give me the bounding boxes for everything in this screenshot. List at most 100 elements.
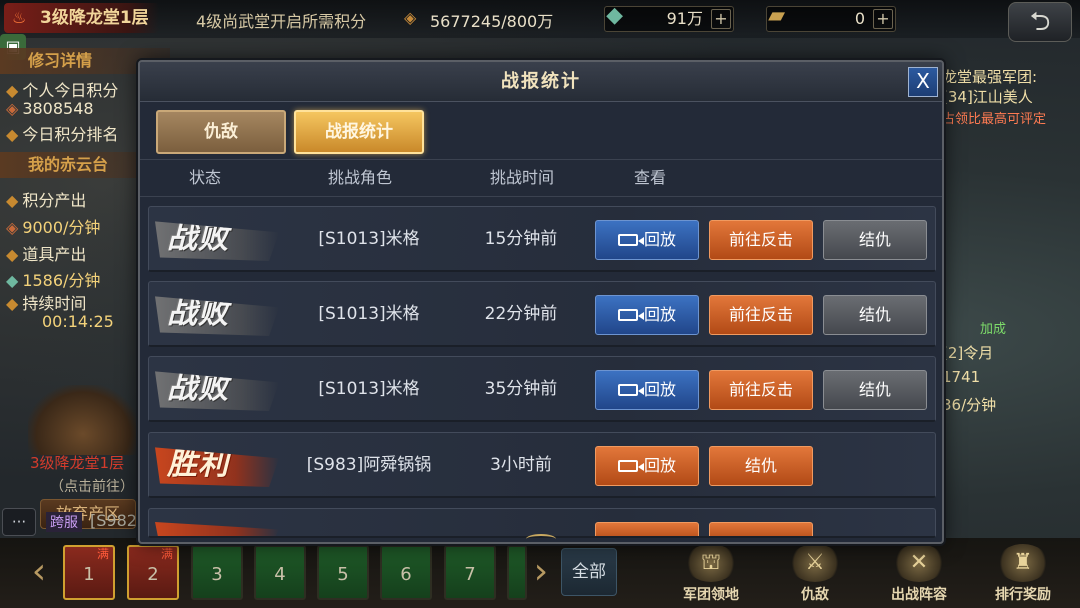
column-header-status: 状态 bbox=[188, 168, 221, 187]
battle-report-modal: 战报统计 X 仇敌 战报统计 状态 挑战角色 挑战时间 查看 战败 [S1013… bbox=[138, 60, 944, 544]
tab-enemies[interactable]: 仇敌 bbox=[156, 110, 286, 154]
floor-title[interactable]: ♨ 3级降龙堂1层 bbox=[4, 3, 159, 33]
enemy-menu-button[interactable]: ⚔ 仇敌 bbox=[770, 544, 860, 604]
tab-battle-report[interactable]: 战报统计 bbox=[294, 110, 424, 154]
close-button[interactable]: X bbox=[908, 67, 938, 97]
resource-a-value: 91万 bbox=[666, 9, 703, 28]
status-badge: 战败 bbox=[155, 296, 279, 336]
modal-header: 战报统计 X bbox=[140, 62, 942, 102]
resource-a: ◆ 91万 + bbox=[604, 4, 734, 32]
table-row: 战败 [S1013]米格 22分钟前 回放 前往反击 结仇 bbox=[148, 281, 936, 347]
slot-3[interactable]: 3 bbox=[191, 545, 243, 600]
modal-title: 战报统计 bbox=[501, 71, 581, 92]
video-camera-icon bbox=[617, 460, 644, 472]
status-badge: 胜利 bbox=[155, 447, 279, 487]
table-row: 战败 [S1013]米格 35分钟前 回放 前往反击 结仇 bbox=[148, 356, 936, 422]
feud-button[interactable]: 结仇 bbox=[823, 295, 927, 335]
item-output-value: ◆ 1586/分钟 bbox=[6, 271, 101, 290]
feud-button[interactable] bbox=[709, 522, 813, 536]
challenge-time: 22分钟前 bbox=[484, 304, 558, 324]
map-name[interactable]: 3级降龙堂1层 bbox=[30, 452, 124, 473]
challenge-time: 15分钟前 bbox=[484, 229, 558, 249]
video-camera-icon bbox=[617, 234, 644, 246]
rank-label: ◆ 今日积分排名 bbox=[6, 125, 119, 144]
gem-icon: ◆ bbox=[606, 3, 623, 28]
resource-a-plus-button[interactable]: + bbox=[711, 9, 731, 29]
right-info-l4: [2]令月 bbox=[942, 344, 994, 362]
ranking-reward-button[interactable]: ♜ 排行奖励 bbox=[978, 544, 1068, 604]
arrow-right-icon[interactable]: › bbox=[528, 548, 554, 596]
slot-4[interactable]: 4 bbox=[254, 545, 306, 600]
item-output-label: ◆ 道具产出 bbox=[6, 245, 87, 264]
challenger-role: [S1013]米格 bbox=[318, 379, 420, 399]
replay-button[interactable]: 回放 bbox=[595, 370, 699, 410]
slot-1[interactable]: 1满 bbox=[63, 545, 115, 600]
resource-b-value: 0 bbox=[854, 9, 865, 28]
divider bbox=[140, 196, 942, 197]
personal-score-value: ◈ 3808548 bbox=[6, 99, 94, 118]
slot-5[interactable]: 5 bbox=[317, 545, 369, 600]
replay-button[interactable] bbox=[595, 522, 699, 536]
right-info-l5: 1741 bbox=[942, 368, 981, 386]
status-badge: 战败 bbox=[155, 371, 279, 411]
right-info-l3: 占领比最高可评定 bbox=[942, 112, 1047, 127]
table-row: 胜利 [S983]阿舜锅锅 3小时前 回放 结仇 bbox=[148, 432, 936, 498]
score-output-label: ◆ 积分产出 bbox=[6, 191, 87, 210]
replay-button[interactable]: 回放 bbox=[595, 295, 699, 335]
slot-8[interactable] bbox=[507, 545, 527, 600]
top-bar: ♨ 3级降龙堂1层 4级尚武堂开启所需积分 ◈ 5677245/800万 ◆ 9… bbox=[0, 0, 1080, 42]
score-output-value: ◈ 9000/分钟 bbox=[6, 218, 101, 237]
map-subtitle: （点击前往） bbox=[50, 479, 134, 495]
pavilion-icon[interactable] bbox=[28, 385, 138, 455]
slot-2[interactable]: 2满 bbox=[127, 545, 179, 600]
slot-7[interactable]: 7 bbox=[444, 545, 496, 600]
challenger-role: [S983]阿舜锅锅 bbox=[306, 455, 432, 475]
back-button[interactable]: ⮌ bbox=[1008, 2, 1072, 42]
feud-button[interactable]: 结仇 bbox=[709, 446, 813, 486]
resource-b: ▰ 0 + bbox=[766, 4, 896, 32]
chat-message[interactable]: [S982 bbox=[90, 511, 137, 530]
video-camera-icon bbox=[617, 309, 644, 321]
all-button[interactable]: 全部 bbox=[561, 548, 617, 596]
scroll-indicator-icon bbox=[526, 534, 556, 542]
territory-icon: ⛫ bbox=[685, 544, 737, 582]
counterattack-button[interactable]: 前往反击 bbox=[709, 370, 813, 410]
replay-button[interactable]: 回放 bbox=[595, 220, 699, 260]
right-info-l6: 36/分钟 bbox=[942, 396, 997, 414]
challenge-time: 35分钟前 bbox=[484, 379, 558, 399]
challenge-time: 3小时前 bbox=[490, 455, 552, 475]
feud-button[interactable]: 结仇 bbox=[823, 220, 927, 260]
scroll-icon: ▰ bbox=[768, 3, 785, 28]
ranking-icon: ♜ bbox=[997, 544, 1049, 582]
bonus-label: 加成 bbox=[980, 322, 1007, 337]
slot-6[interactable]: 6 bbox=[380, 545, 432, 600]
duration-value: 00:14:25 bbox=[42, 312, 114, 331]
status-badge bbox=[155, 522, 279, 536]
right-info-l1: 龙堂最强军团: bbox=[942, 68, 1038, 86]
personal-score-label: ◆ 个人今日积分 bbox=[6, 81, 119, 100]
unlock-value: 5677245/800万 bbox=[430, 12, 554, 31]
feud-button[interactable]: 结仇 bbox=[823, 370, 927, 410]
flame-icon: ♨ bbox=[12, 8, 27, 27]
video-camera-icon bbox=[617, 384, 644, 396]
counterattack-button[interactable]: 前往反击 bbox=[709, 295, 813, 335]
unlock-text: 4级尚武堂开启所需积分 bbox=[196, 12, 367, 31]
chat-channel-tag: 跨服 bbox=[46, 512, 82, 532]
battle-lineup-button[interactable]: ✕ 出战阵容 bbox=[874, 544, 964, 604]
replay-button[interactable]: 回放 bbox=[595, 446, 699, 486]
full-tag: 满 bbox=[160, 547, 173, 561]
arrow-left-icon[interactable]: ‹ bbox=[26, 548, 52, 596]
lineup-icon: ✕ bbox=[893, 544, 945, 582]
column-header-time: 挑战时间 bbox=[489, 168, 554, 187]
duration-label: ◆ 持续时间 bbox=[6, 294, 87, 313]
floor-title-text: 3级降龙堂1层 bbox=[40, 8, 149, 28]
column-header-role: 挑战角色 bbox=[327, 168, 392, 187]
chat-button[interactable]: ··· bbox=[2, 508, 36, 536]
shield-icon: ◈ bbox=[404, 8, 417, 27]
right-info-l2: [34]江山美人 bbox=[942, 88, 1033, 106]
counterattack-button[interactable]: 前往反击 bbox=[709, 220, 813, 260]
divider bbox=[140, 159, 942, 160]
table-row: 战败 [S1013]米格 15分钟前 回放 前往反击 结仇 bbox=[148, 206, 936, 272]
resource-b-plus-button[interactable]: + bbox=[873, 9, 893, 29]
legion-territory-button[interactable]: ⛫ 军团领地 bbox=[666, 544, 756, 604]
